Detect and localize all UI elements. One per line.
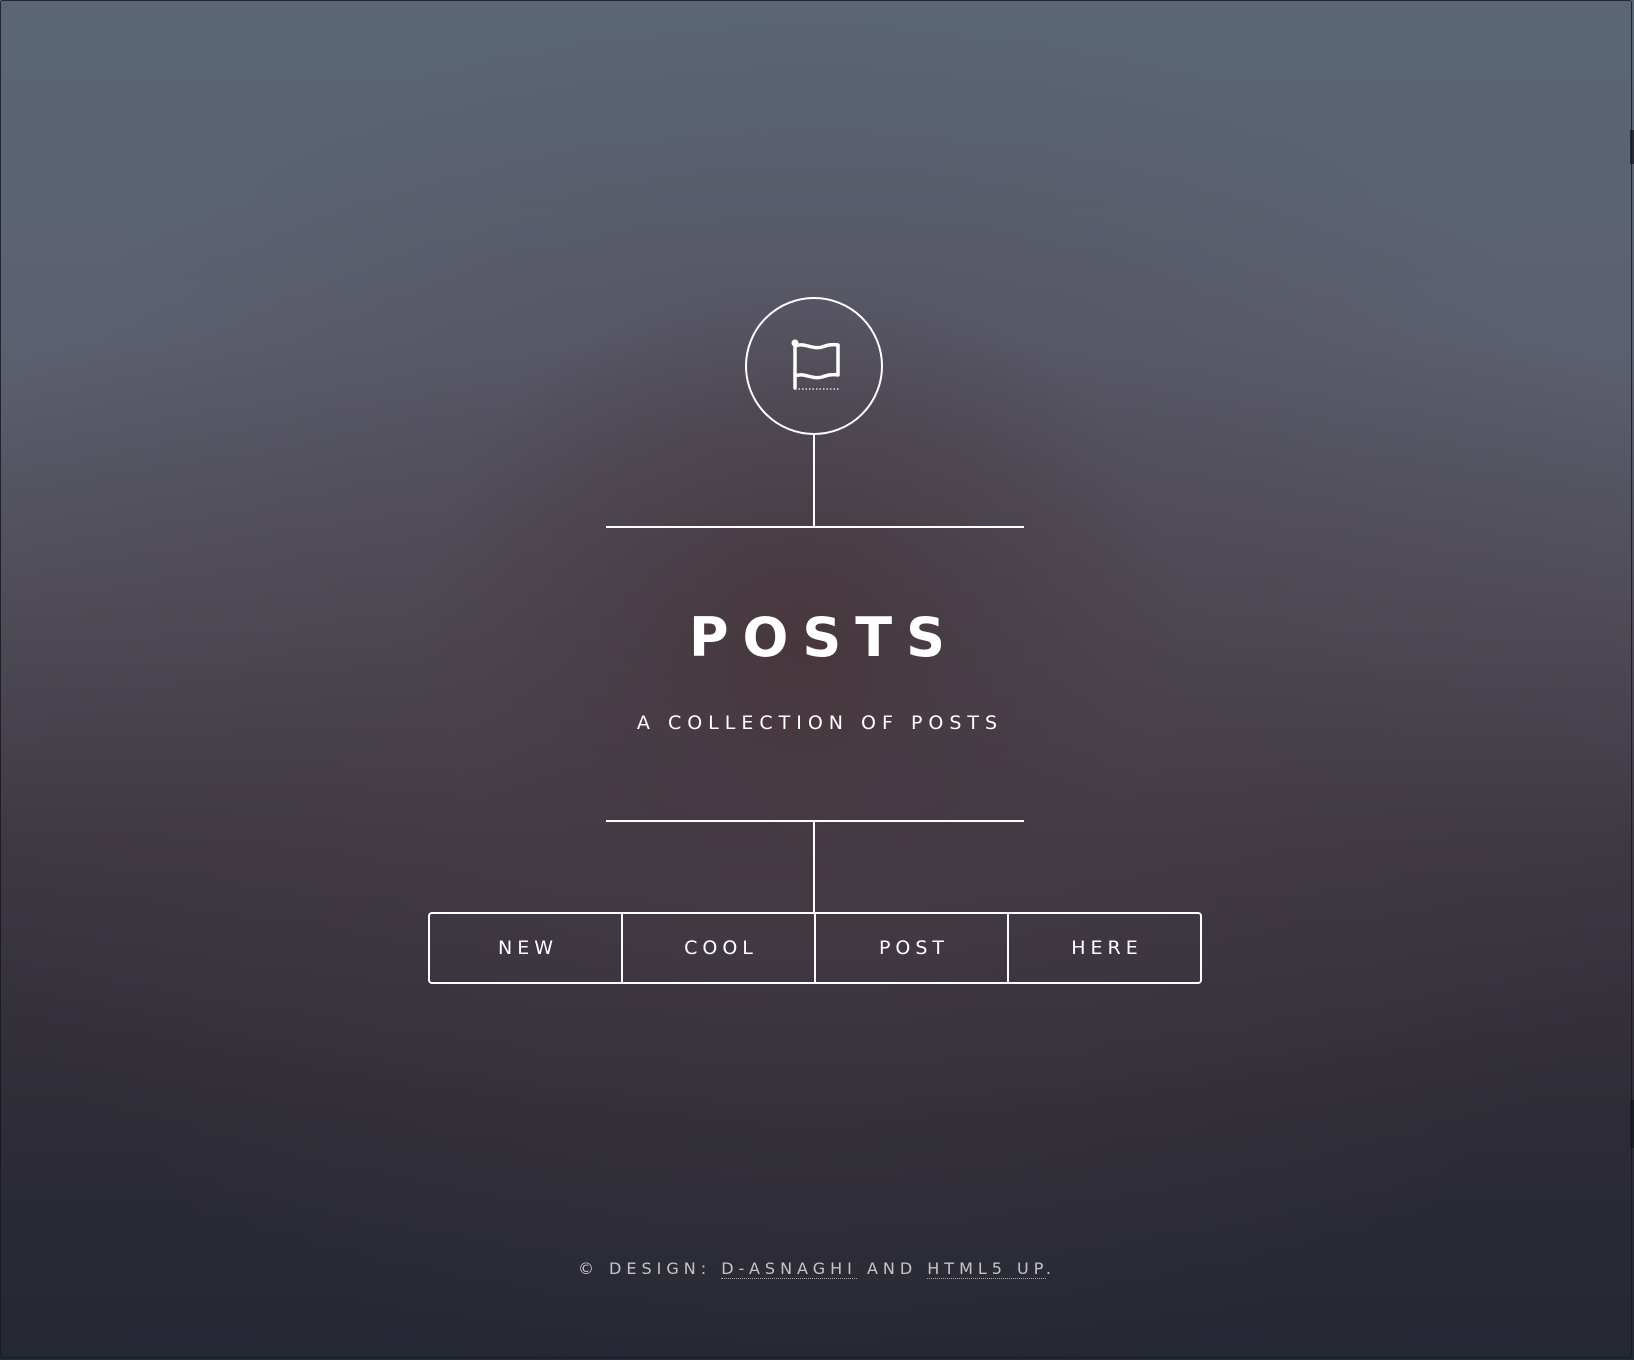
page-subtitle: A COLLECTION OF POSTS	[636, 712, 1004, 734]
nav-item-here[interactable]: HERE	[1007, 914, 1200, 982]
nav-item-cool[interactable]: COOL	[621, 914, 814, 982]
footer-copyright: © DESIGN:	[577, 1259, 712, 1278]
footer-suffix: .	[1045, 1259, 1057, 1278]
connector-top-vertical	[813, 435, 815, 527]
divider-top	[606, 526, 1024, 528]
divider-bottom	[606, 820, 1024, 822]
page-title: POSTS	[688, 606, 960, 669]
nav-item-new[interactable]: NEW	[430, 914, 621, 982]
scrollbar-edge-top	[1630, 130, 1634, 164]
connector-bottom-vertical	[813, 821, 815, 913]
nav-item-post[interactable]: POST	[814, 914, 1007, 982]
scrollbar-edge-bottom	[1630, 1100, 1634, 1148]
flag-icon	[791, 339, 840, 390]
footer-link-html5-up[interactable]: HTML5 UP	[927, 1259, 1046, 1279]
logo-circle	[745, 297, 883, 435]
footer-credits: © DESIGN: D-ASNAGHI AND HTML5 UP.	[0, 1256, 1634, 1282]
page-frame	[0, 0, 1632, 1358]
main-nav: NEW COOL POST HERE	[428, 912, 1202, 984]
footer-joiner: AND	[866, 1259, 918, 1278]
footer-link-d-asnaghi[interactable]: D-ASNAGHI	[721, 1259, 857, 1279]
